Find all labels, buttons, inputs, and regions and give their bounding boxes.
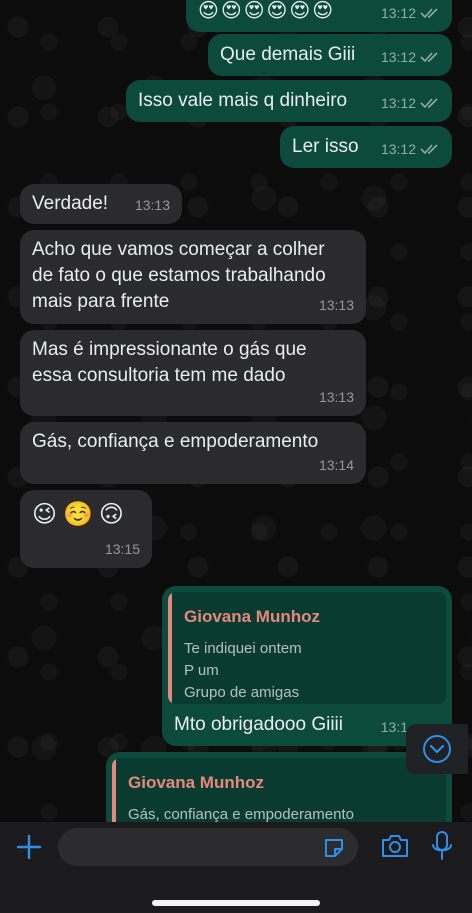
message-text: Mto obrigadooo Giiii [174,714,343,735]
message-text: Verdade! [32,193,109,214]
message-meta: 13:12 [381,44,440,70]
message-time: 13:1 [380,719,408,735]
outgoing-reply-message[interactable]: Giovana Munhoz Gás, confiança e empodera… [106,752,452,822]
incoming-message[interactable]: Mas é impressionante o gás que essa cons… [20,330,366,416]
sticker-icon[interactable] [322,836,346,860]
message-meta: 13:1 [381,714,408,740]
incoming-message[interactable]: Acho que vamos começar a colher de fato … [20,230,366,324]
quoted-line: Gás, confiança e empoderamento [128,806,354,822]
message-input-bar [0,822,472,913]
message-line: mais para frente [32,291,170,312]
message-meta: 13:12 [381,136,440,162]
camera-icon[interactable] [380,832,410,860]
message-line: essa consultoria tem me dado [32,365,286,386]
message-text: Isso vale mais q dinheiro [138,90,348,111]
message-meta: 13:13 [319,384,354,410]
message-meta: 13:12 [381,0,440,26]
message-meta: 13:13 [319,292,354,318]
message-text: Ler isso [292,136,359,157]
message-time: 13:13 [134,197,170,213]
quoted-sender-name: Giovana Munhoz [128,773,264,792]
incoming-message[interactable]: 😉☺️🙃 13:15 [20,490,152,568]
read-ticks-icon [420,52,438,63]
message-text: Mas é impressionante o gás que essa cons… [32,337,307,389]
message-line: Mas é impressionante o gás que [32,339,307,360]
chat-background: 😍😍😍😍😍😍 13:12 Que demais Giii 13:12 Isso … [0,0,472,822]
plus-icon[interactable] [16,834,42,860]
message-text: 😍😍😍😍😍😍 [198,0,336,22]
message-text: Gás, confiança e empoderamento [32,431,319,452]
message-time: 13:12 [380,49,416,65]
message-meta: 13:15 [105,536,140,562]
read-ticks-icon [420,98,438,109]
incoming-message[interactable]: Verdade! 13:13 [20,184,182,224]
outgoing-message[interactable]: 😍😍😍😍😍😍 13:12 [186,0,452,32]
message-text: 😉☺️🙃 [32,501,130,528]
outgoing-message[interactable]: Isso vale mais q dinheiro 13:12 [126,80,452,122]
message-time: 13:14 [318,457,354,473]
message-input[interactable] [58,828,358,866]
home-indicator [152,900,320,906]
outgoing-reply-message[interactable]: Giovana Munhoz Te indiquei ontem P um Gr… [162,586,452,746]
quoted-message[interactable]: Giovana Munhoz Gás, confiança e empodera… [112,758,446,822]
message-meta: 13:14 [319,452,354,478]
quoted-line: Grupo de amigas [184,684,300,701]
quoted-sender-name: Giovana Munhoz [184,607,320,626]
message-meta: 13:12 [381,90,440,116]
microphone-icon[interactable] [430,830,454,862]
message-meta: 13:13 [135,192,170,218]
message-text: Acho que vamos começar a colher de fato … [32,237,326,315]
chevron-down-circle-icon [423,735,451,763]
message-text: Que demais Giii [220,44,356,65]
message-time: 13:12 [380,141,416,157]
incoming-message[interactable]: Gás, confiança e empoderamento 13:14 [20,422,366,484]
outgoing-message[interactable]: Ler isso 13:12 [280,126,452,168]
message-time: 13:12 [380,5,416,21]
message-line: de fato o que estamos trabalhando [32,265,326,286]
outgoing-message[interactable]: Que demais Giii 13:12 [208,34,452,76]
message-time: 13:13 [318,389,354,405]
scroll-to-bottom-button[interactable] [406,724,468,774]
message-time: 13:13 [318,297,354,313]
quoted-message[interactable]: Giovana Munhoz Te indiquei ontem P um Gr… [168,592,446,704]
message-line: Acho que vamos começar a colher [32,239,325,260]
message-time: 13:15 [104,541,140,557]
message-time: 13:12 [380,95,416,111]
read-ticks-icon [420,8,438,19]
read-ticks-icon [420,144,438,155]
